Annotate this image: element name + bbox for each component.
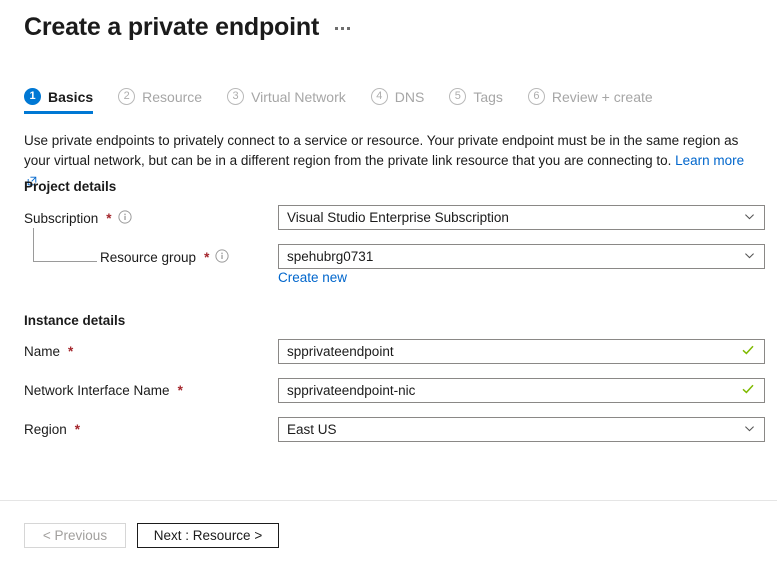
- name-label: Name *: [24, 344, 73, 359]
- previous-button[interactable]: < Previous: [24, 523, 126, 548]
- subscription-dropdown[interactable]: Visual Studio Enterprise Subscription: [278, 205, 765, 230]
- description-text: Use private endpoints to privately conne…: [24, 133, 738, 168]
- required-marker: *: [178, 383, 183, 398]
- resource-group-label: Resource group *: [100, 249, 229, 266]
- footer-divider: [0, 500, 777, 501]
- network-interface-name-input[interactable]: spprivateendpoint-nic: [278, 378, 765, 403]
- label-text: Region: [24, 422, 67, 437]
- label-text: Network Interface Name: [24, 383, 170, 398]
- resource-group-indent-connector: [33, 228, 99, 271]
- resource-group-value: spehubrg0731: [287, 249, 743, 264]
- tab-label: Basics: [48, 89, 93, 105]
- wizard-tabs: 1 Basics 2 Resource 3 Virtual Network 4 …: [24, 88, 678, 114]
- network-interface-name-label: Network Interface Name *: [24, 383, 183, 398]
- tab-label: Tags: [473, 89, 503, 105]
- region-value: East US: [287, 422, 743, 437]
- tab-tags[interactable]: 5 Tags: [449, 88, 518, 114]
- learn-more-label: Learn more: [675, 153, 744, 168]
- resource-group-dropdown[interactable]: spehubrg0731: [278, 244, 765, 269]
- create-new-resource-group-link[interactable]: Create new: [278, 270, 347, 285]
- title-row: Create a private endpoint: [24, 10, 352, 44]
- tab-virtual-network[interactable]: 3 Virtual Network: [227, 88, 361, 114]
- tab-number: 5: [449, 88, 466, 105]
- tab-number: 6: [528, 88, 545, 105]
- tab-number: 2: [118, 88, 135, 105]
- region-label: Region *: [24, 422, 80, 437]
- info-icon[interactable]: [118, 210, 132, 227]
- required-marker: *: [204, 250, 209, 265]
- required-marker: *: [75, 422, 80, 437]
- project-details-heading: Project details: [24, 179, 116, 194]
- region-dropdown[interactable]: East US: [278, 417, 765, 442]
- tab-label: Resource: [142, 89, 202, 105]
- tab-number: 3: [227, 88, 244, 105]
- name-value: spprivateendpoint: [287, 344, 741, 359]
- tab-resource[interactable]: 2 Resource: [118, 88, 217, 114]
- subscription-label: Subscription *: [24, 210, 132, 227]
- tab-number: 4: [371, 88, 388, 105]
- tab-review-create[interactable]: 6 Review + create: [528, 88, 668, 114]
- label-text: Resource group: [100, 250, 196, 265]
- active-tab-indicator: [24, 111, 93, 114]
- label-text: Name: [24, 344, 60, 359]
- info-icon[interactable]: [215, 249, 229, 266]
- more-options-icon[interactable]: [333, 23, 352, 34]
- chevron-down-icon: [743, 249, 756, 265]
- wizard-footer: < Previous Next : Resource >: [24, 523, 279, 548]
- page-description: Use private endpoints to privately conne…: [24, 131, 754, 192]
- required-marker: *: [106, 211, 111, 226]
- next-resource-button[interactable]: Next : Resource >: [137, 523, 279, 548]
- check-icon: [741, 343, 755, 360]
- subscription-value: Visual Studio Enterprise Subscription: [287, 210, 743, 225]
- create-private-endpoint-page: Create a private endpoint 1 Basics 2 Res…: [0, 0, 777, 569]
- chevron-down-icon: [743, 210, 756, 226]
- required-marker: *: [68, 344, 73, 359]
- tab-label: Review + create: [552, 89, 653, 105]
- tab-label: DNS: [395, 89, 425, 105]
- chevron-down-icon: [743, 422, 756, 438]
- name-input[interactable]: spprivateendpoint: [278, 339, 765, 364]
- tab-label: Virtual Network: [251, 89, 346, 105]
- tab-number: 1: [24, 88, 41, 105]
- check-icon: [741, 382, 755, 399]
- instance-details-heading: Instance details: [24, 313, 125, 328]
- tab-dns[interactable]: 4 DNS: [371, 88, 440, 114]
- page-title: Create a private endpoint: [24, 10, 319, 44]
- network-interface-name-value: spprivateendpoint-nic: [287, 383, 741, 398]
- tab-basics[interactable]: 1 Basics: [24, 88, 108, 114]
- label-text: Subscription: [24, 211, 98, 226]
